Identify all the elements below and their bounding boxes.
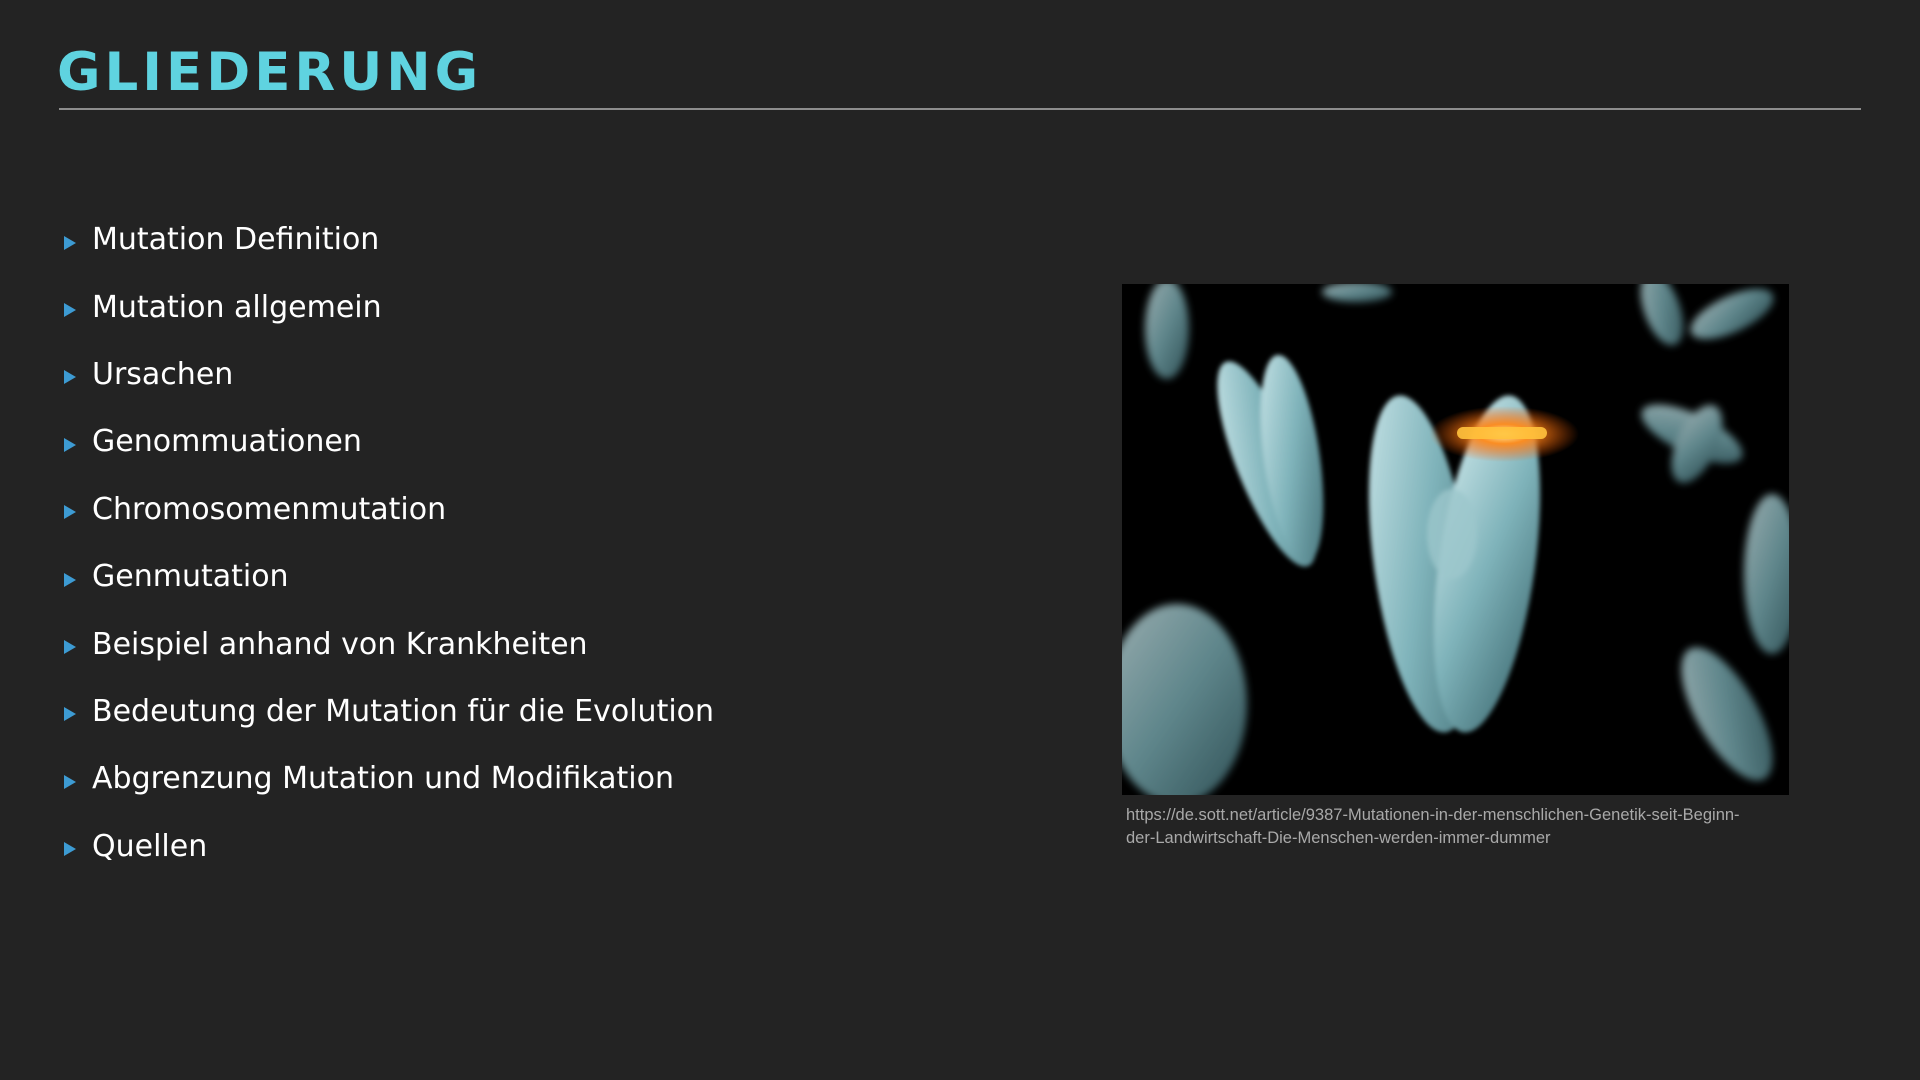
outline-item-label: Quellen: [92, 828, 208, 864]
list-item: Bedeutung der Mutation für die Evolution: [64, 678, 714, 745]
title-divider: [59, 108, 1861, 110]
outline-item-label: Genmutation: [92, 559, 289, 595]
outline-item-label: Mutation Definition: [92, 222, 380, 258]
list-item: Genmutation: [64, 543, 714, 610]
list-item: Mutation Definition: [64, 206, 714, 273]
slide: GLIEDERUNG Mutation Definition Mutation …: [0, 0, 1920, 1080]
bullet-triangle-icon: [64, 842, 76, 857]
outline-item-label: Abgrenzung Mutation und Modifikation: [92, 761, 674, 797]
outline-item-label: Beispiel anhand von Krankheiten: [92, 626, 588, 662]
bullet-triangle-icon: [64, 572, 76, 587]
list-item: Genommuationen: [64, 408, 714, 475]
bullet-triangle-icon: [64, 774, 76, 789]
outline-item-label: Chromosomenmutation: [92, 491, 447, 527]
list-item: Chromosomenmutation: [64, 476, 714, 543]
bullet-triangle-icon: [64, 235, 76, 250]
bullet-triangle-icon: [64, 640, 76, 655]
bullet-triangle-icon: [64, 505, 76, 520]
list-item: Mutation allgemein: [64, 273, 714, 340]
slide-title: GLIEDERUNG: [57, 42, 483, 103]
outline-list: Mutation Definition Mutation allgemein U…: [64, 206, 714, 880]
bullet-triangle-icon: [64, 707, 76, 722]
outline-item-label: Mutation allgemein: [92, 289, 382, 325]
list-item: Ursachen: [64, 341, 714, 408]
bullet-triangle-icon: [64, 303, 76, 318]
outline-item-label: Genommuationen: [92, 424, 362, 460]
outline-item-label: Bedeutung der Mutation für die Evolution: [92, 693, 715, 729]
list-item: Abgrenzung Mutation und Modifikation: [64, 745, 714, 812]
image-source-caption: https://de.sott.net/article/9387-Mutatio…: [1126, 804, 1806, 850]
outline-item-label: Ursachen: [92, 356, 234, 392]
chromosome-image: [1122, 284, 1789, 795]
bullet-triangle-icon: [64, 437, 76, 452]
bullet-triangle-icon: [64, 370, 76, 385]
caption-line: der-Landwirtschaft-Die-Menschen-werden-i…: [1126, 829, 1551, 847]
caption-line: https://de.sott.net/article/9387-Mutatio…: [1126, 806, 1740, 824]
list-item: Beispiel anhand von Krankheiten: [64, 610, 714, 677]
list-item: Quellen: [64, 813, 714, 880]
chromosome-illustration: [1122, 284, 1789, 795]
